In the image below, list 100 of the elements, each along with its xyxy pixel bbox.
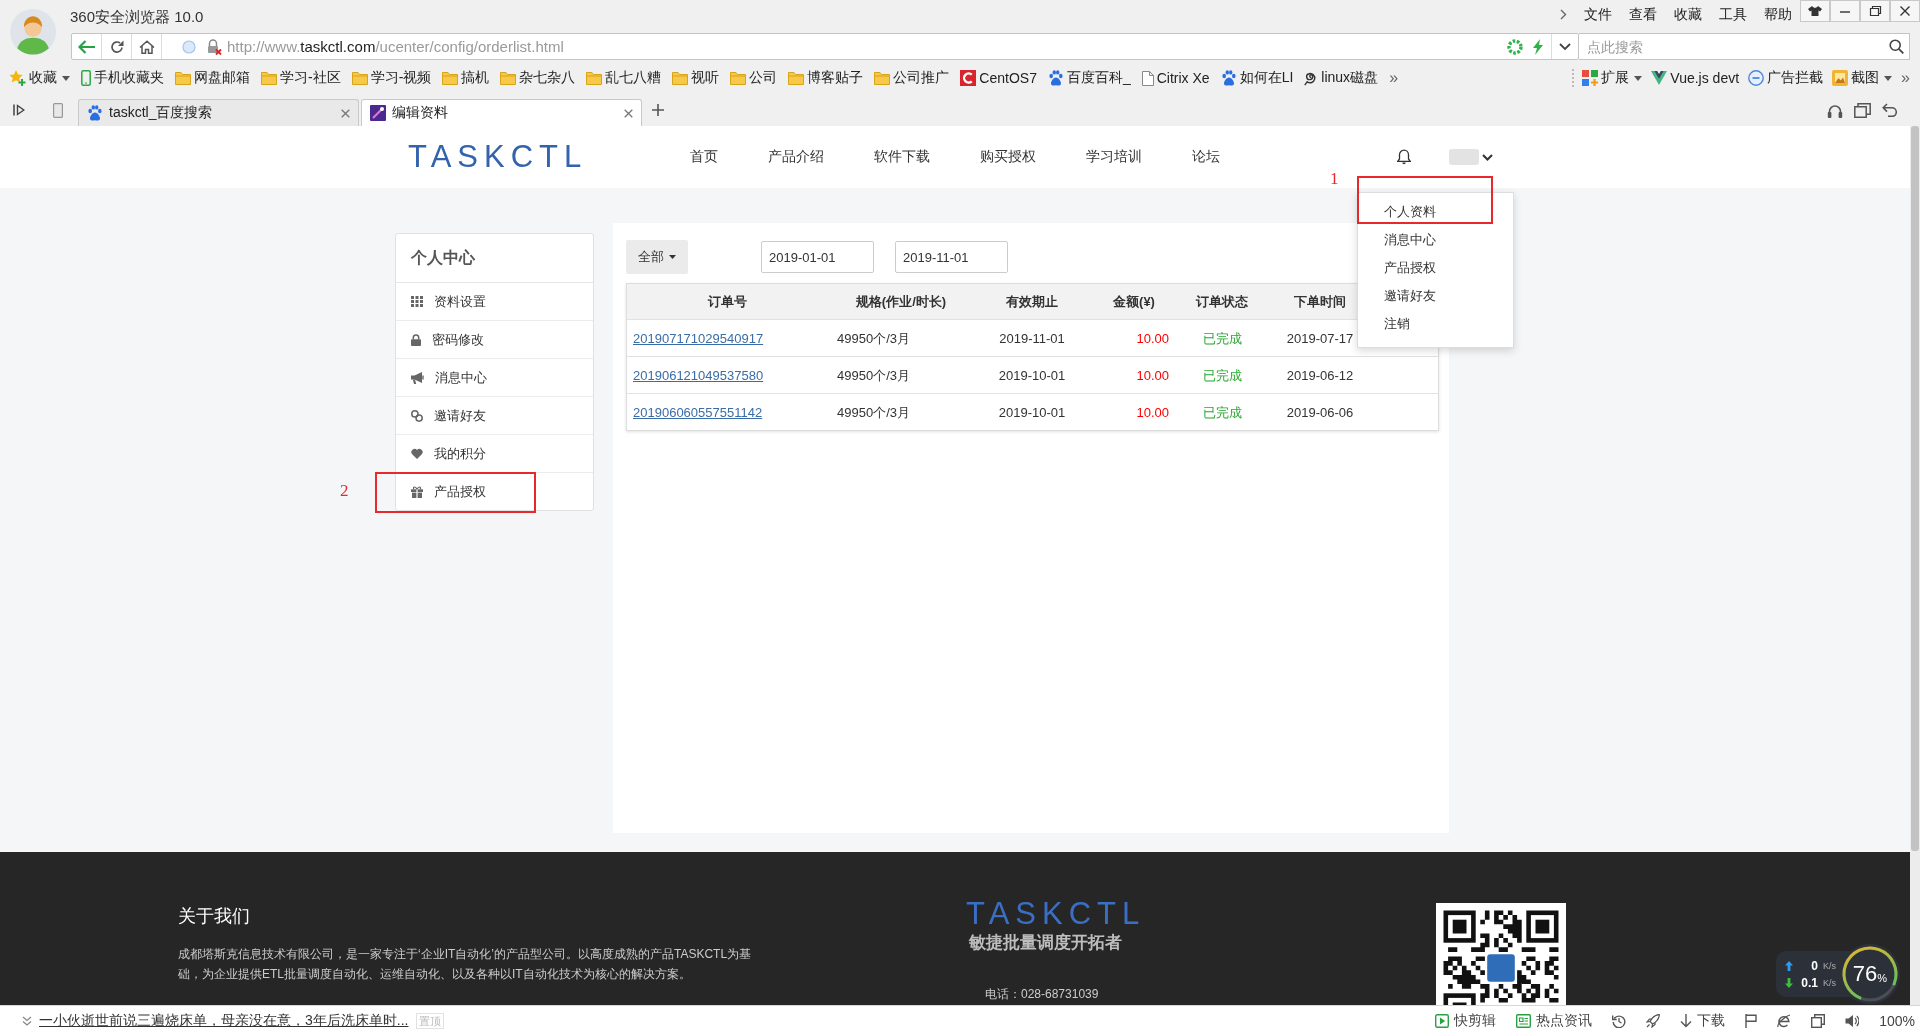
flag-icon[interactable] bbox=[1745, 1013, 1758, 1028]
menu-item[interactable]: 文件 bbox=[1584, 5, 1612, 23]
speed-value: 0 bbox=[1810, 958, 1818, 973]
menu-item[interactable]: 查看 bbox=[1629, 5, 1657, 23]
menu-item[interactable]: 邀请好友 bbox=[1384, 288, 1436, 304]
bookmark-link[interactable]: 收藏 bbox=[9, 69, 57, 87]
sidebar-item[interactable]: 消息中心 bbox=[396, 359, 593, 396]
home-icon[interactable] bbox=[138, 39, 155, 54]
toolbar-button[interactable]: 快剪辑 bbox=[1435, 1011, 1497, 1030]
date-field[interactable]: 2019-11-01 bbox=[895, 241, 1008, 273]
minimize-icon[interactable] bbox=[1830, 0, 1860, 22]
more-button[interactable]: » bbox=[1389, 69, 1399, 87]
sidebar-item[interactable]: 产品授权 bbox=[396, 473, 593, 510]
browser-icon[interactable] bbox=[1777, 1013, 1792, 1028]
copy-icon[interactable] bbox=[1811, 1013, 1826, 1028]
browser-tab[interactable]: 编辑资料 bbox=[361, 99, 642, 126]
caret-icon[interactable] bbox=[1634, 75, 1643, 81]
chevron-down-icon[interactable] bbox=[1559, 42, 1571, 51]
bookmark-link[interactable]: 手机收藏夹 bbox=[81, 69, 164, 87]
lock-icon[interactable] bbox=[206, 38, 222, 55]
status-dropdown[interactable]: 全部 bbox=[626, 240, 688, 274]
bookmark-link[interactable]: 网盘邮箱 bbox=[175, 69, 250, 87]
menu-item[interactable]: 产品授权 bbox=[1384, 260, 1436, 276]
menu-item[interactable]: 帮助 bbox=[1764, 5, 1792, 23]
bookmark-link[interactable]: 博客贴子 bbox=[788, 69, 864, 87]
caret-icon[interactable] bbox=[62, 75, 70, 81]
more-button[interactable]: » bbox=[1901, 69, 1910, 87]
nav-link[interactable]: 产品介绍 bbox=[768, 148, 825, 166]
rocket-icon[interactable] bbox=[1646, 1013, 1661, 1028]
menu-item[interactable]: 工具 bbox=[1719, 5, 1747, 23]
back-icon[interactable] bbox=[78, 39, 95, 54]
search-field[interactable]: 点此搜索 bbox=[1579, 33, 1910, 60]
folder-icon bbox=[351, 71, 368, 85]
sidebar-item[interactable]: 资料设置 bbox=[396, 283, 593, 320]
order-link[interactable]: 201906121049537580 bbox=[633, 367, 764, 383]
bookmark-link[interactable]: 学习-社区 bbox=[261, 69, 341, 87]
close-icon[interactable] bbox=[1890, 0, 1920, 22]
toolbar-button[interactable]: 截图 bbox=[1832, 69, 1880, 87]
toolbar-button[interactable]: 下载 bbox=[1680, 1011, 1726, 1030]
bookmark-link[interactable]: CentOS7 bbox=[960, 70, 1037, 86]
site-logo[interactable]: TASKCTL bbox=[408, 142, 588, 172]
history-icon[interactable] bbox=[1612, 1013, 1627, 1028]
bookmark-link[interactable]: linux磁盘 bbox=[1304, 69, 1379, 87]
refresh-icon[interactable] bbox=[109, 39, 124, 54]
bookmark-link[interactable]: Citrix Xe bbox=[1141, 70, 1210, 86]
footer-heading: 关于我们 bbox=[178, 905, 251, 928]
nav-link[interactable]: 购买授权 bbox=[980, 148, 1037, 166]
sidebar-toggle-icon[interactable] bbox=[13, 104, 25, 116]
chevron-down-icon[interactable] bbox=[1482, 153, 1493, 161]
speaker-icon[interactable] bbox=[1845, 1013, 1860, 1028]
browser-tab[interactable]: taskctl_百度搜索 bbox=[78, 99, 359, 126]
caret-icon[interactable] bbox=[1884, 75, 1893, 81]
bookmark-link[interactable]: 学习-视频 bbox=[351, 69, 432, 87]
date-field[interactable]: 2019-01-01 bbox=[761, 241, 874, 273]
menu-item[interactable]: 收藏 bbox=[1674, 5, 1702, 23]
menu-item[interactable]: 消息中心 bbox=[1384, 232, 1436, 248]
headphones-icon[interactable] bbox=[1827, 102, 1843, 118]
order-link[interactable]: 201907171029540917 bbox=[633, 330, 764, 346]
order-link[interactable]: 201906060557551142 bbox=[633, 404, 763, 420]
restore-icon[interactable] bbox=[1860, 0, 1890, 22]
wand-icon bbox=[370, 105, 386, 121]
undo-icon[interactable] bbox=[1882, 102, 1898, 117]
search-icon[interactable] bbox=[1889, 39, 1904, 54]
bookmark-link[interactable]: 乱七八糟 bbox=[586, 69, 662, 87]
bookmark-link[interactable]: 杂七杂八 bbox=[500, 69, 576, 87]
plus-icon[interactable] bbox=[652, 104, 664, 116]
double-chevron-icon[interactable] bbox=[22, 1015, 32, 1026]
toolbar-button[interactable]: 扩展 bbox=[1582, 69, 1630, 87]
menu-item[interactable]: 个人资料 bbox=[1384, 204, 1436, 220]
skin-icon[interactable] bbox=[1800, 0, 1830, 22]
bookmark-link[interactable]: 搞机 bbox=[442, 69, 490, 87]
zoom-level[interactable]: 100% bbox=[1879, 1012, 1915, 1029]
lightning-icon[interactable] bbox=[1533, 38, 1543, 55]
toolbar-button[interactable]: 热点资讯 bbox=[1516, 1011, 1593, 1030]
toolbar-button[interactable]: Vue.js devt bbox=[1651, 70, 1740, 86]
phone-icon bbox=[81, 70, 91, 86]
table-cell-text: 2019-10-01 bbox=[997, 403, 1067, 422]
nav-link[interactable]: 学习培训 bbox=[1086, 148, 1143, 166]
sidebar-item[interactable]: 邀请好友 bbox=[396, 397, 593, 434]
sidebar-item[interactable]: 我的积分 bbox=[396, 435, 593, 472]
bookmark-link[interactable]: 视听 bbox=[672, 69, 720, 87]
memory-gauge[interactable] bbox=[1840, 944, 1900, 1004]
bookmark-link[interactable]: 公司 bbox=[730, 69, 778, 87]
bookmark-link[interactable]: 公司推广 bbox=[874, 69, 950, 87]
bookmark-link[interactable]: 百度百科_ bbox=[1047, 69, 1131, 87]
address-field[interactable]: http://www.taskctl.com/ucenter/config/orderlist.html bbox=[227, 38, 1497, 55]
news-link[interactable]: 一小伙逝世前说三遍烧床单，母亲没在意，3年后洗床单时... bbox=[39, 1011, 409, 1030]
windows-icon[interactable] bbox=[1854, 102, 1871, 118]
nav-link[interactable]: 首页 bbox=[690, 148, 719, 166]
menu-item[interactable]: 注销 bbox=[1384, 316, 1410, 332]
ring-icon[interactable] bbox=[1507, 38, 1523, 55]
bookmark-link[interactable]: 如何在LI bbox=[1220, 69, 1294, 87]
toolbar-button[interactable]: 广告拦截 bbox=[1748, 69, 1824, 87]
nav-link[interactable]: 论坛 bbox=[1192, 148, 1221, 166]
folder-icon bbox=[730, 71, 747, 85]
scrollbar-thumb[interactable] bbox=[1911, 126, 1919, 851]
sidebar-item[interactable]: 密码修改 bbox=[396, 321, 593, 358]
bell-icon[interactable] bbox=[1397, 149, 1411, 165]
chevron-right-icon[interactable] bbox=[1560, 8, 1567, 20]
nav-link[interactable]: 软件下载 bbox=[874, 148, 931, 166]
